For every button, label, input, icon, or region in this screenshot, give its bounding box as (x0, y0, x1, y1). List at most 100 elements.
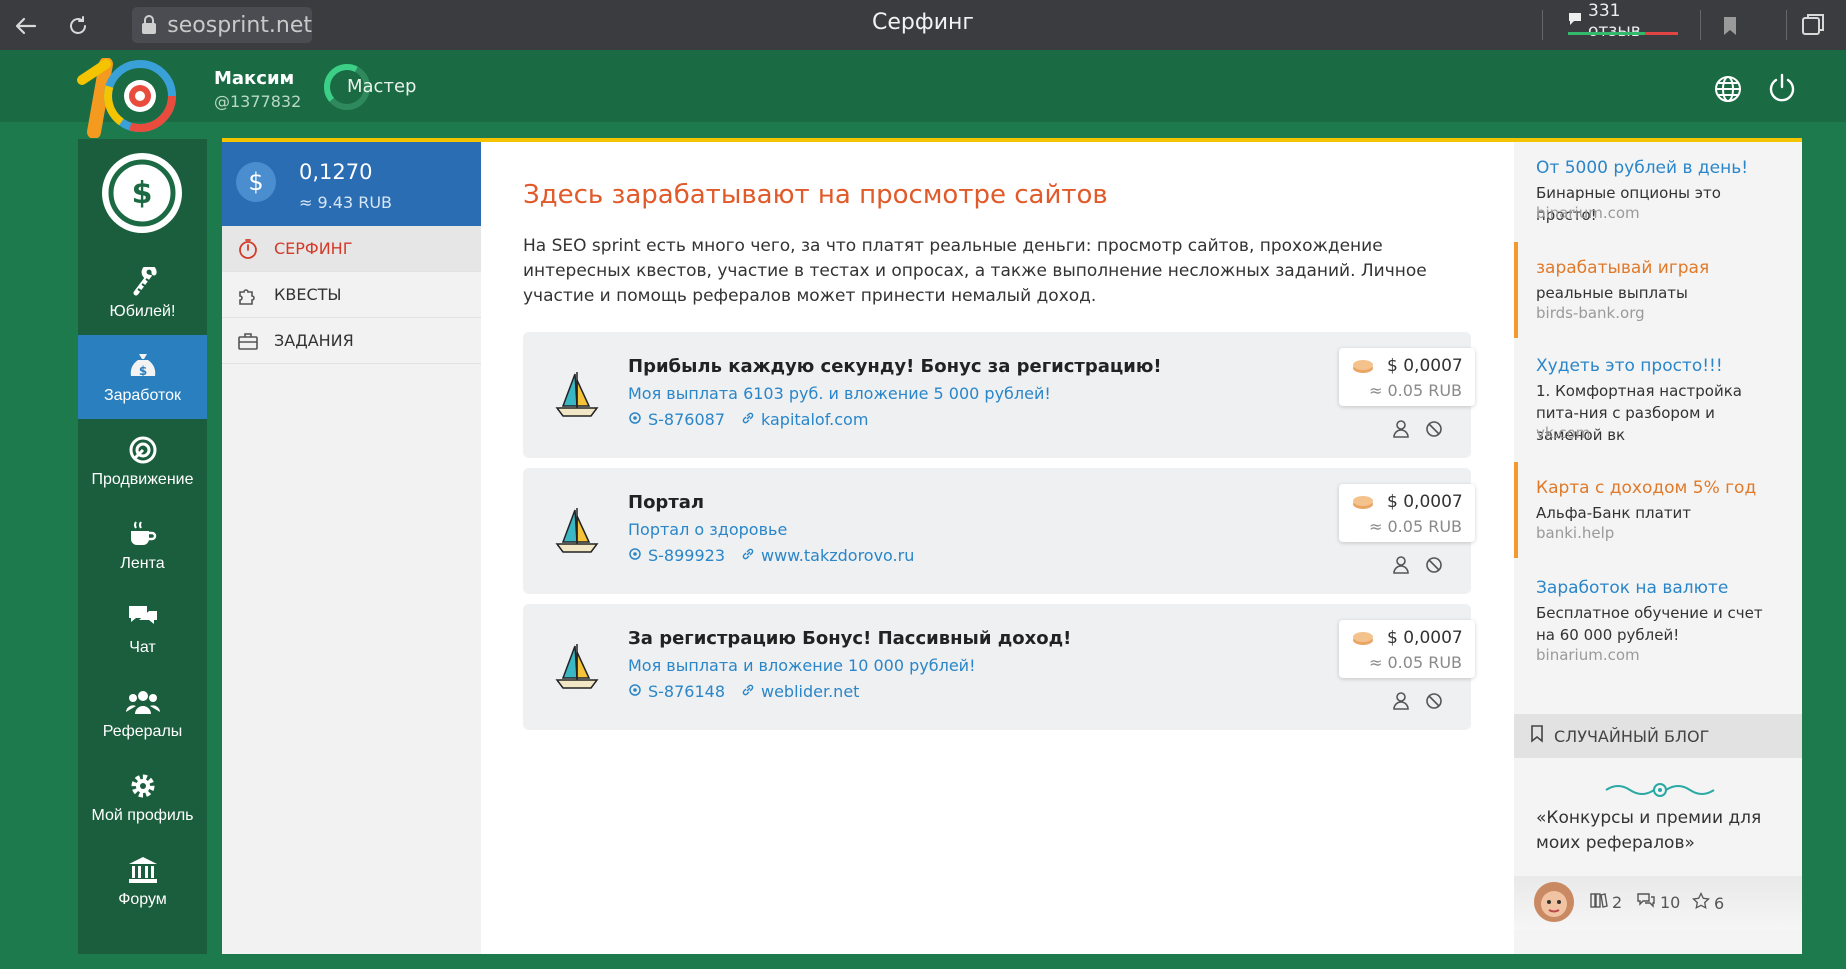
back-arrow-icon[interactable] (10, 10, 42, 42)
task-id: S-876148 (628, 682, 725, 701)
task-link-text[interactable]: kapitalof.com (761, 410, 868, 429)
user-icon[interactable] (1390, 554, 1412, 576)
link-icon (741, 682, 755, 701)
price-rub: ≈ 0.05 RUB (1369, 517, 1463, 536)
ad-block[interactable]: Карта с доходом 5% год Альфа-Банк платит… (1514, 462, 1802, 558)
sailboat-icon (553, 506, 601, 558)
task-title[interactable]: Портал (628, 492, 704, 513)
task-id-text: S-876148 (648, 682, 726, 701)
ad-text: реальные выплаты (1536, 284, 1688, 302)
balance-usd: 0,1270 (299, 160, 373, 184)
surf-task-card[interactable]: Прибыль каждую секунду! Бонус за регистр… (523, 332, 1475, 458)
ad-block[interactable]: Заработок на валюте Бесплатное обучение … (1514, 562, 1802, 664)
task-id-text: S-876087 (648, 410, 726, 429)
price-rub: ≈ 0.05 RUB (1369, 653, 1463, 672)
puzzle-icon (236, 283, 260, 307)
sidebar-item-forum[interactable]: Форум (78, 839, 207, 923)
sidebar-item-profile[interactable]: Мой профиль (78, 755, 207, 839)
blog-title[interactable]: «Конкурсы и премии для моих рефералов» (1536, 806, 1786, 856)
blog-stars-count: 6 (1692, 891, 1725, 914)
bank-building-icon (126, 853, 160, 887)
ad-domain: binarium.com (1536, 204, 1640, 222)
ad-title[interactable]: Карта с доходом 5% год (1536, 478, 1756, 498)
ad-block[interactable]: Худеть это просто!!! 1. Комфортная настр… (1514, 340, 1802, 444)
ad-domain: birds-bank.org (1536, 304, 1645, 322)
sidebar-item-promotion[interactable]: Продвижение (78, 419, 207, 503)
task-title[interactable]: За регистрацию Бонус! Пассивный доход! (628, 628, 1071, 649)
sidebar-item-referrals[interactable]: Рефералы (78, 671, 207, 755)
price-usd: $ 0,0007 (1387, 628, 1463, 648)
link-icon (741, 410, 755, 429)
task-link[interactable]: kapitalof.com (741, 410, 868, 429)
task-description[interactable]: Моя выплата 6103 руб. и вложение 5 000 р… (628, 384, 1051, 403)
sidebar-item-label: Чат (129, 639, 156, 656)
divider (1786, 10, 1787, 40)
sidebar-item-feed[interactable]: Лента (78, 503, 207, 587)
rank-label[interactable]: Мастер (347, 76, 416, 97)
task-title[interactable]: Прибыль каждую секунду! Бонус за регистр… (628, 356, 1162, 377)
site-header: Максим @1377832 Мастер (0, 50, 1846, 139)
task-price: $ 0,0007 ≈ 0.05 RUB (1339, 484, 1475, 542)
task-link[interactable]: www.takzdorovo.ru (741, 546, 914, 565)
target-small-icon (628, 682, 642, 701)
comments-icon (1636, 892, 1656, 912)
subnav-quests[interactable]: КВЕСТЫ (222, 272, 481, 318)
ad-title[interactable]: зарабатывай играя (1536, 258, 1709, 278)
reload-icon[interactable] (62, 10, 94, 42)
subnav-surfing[interactable]: СЕРФИНГ (222, 226, 481, 272)
task-description[interactable]: Моя выплата и вложение 10 000 рублей! (628, 656, 976, 675)
sidebar-item-jubilee[interactable]: Юбилей! (78, 251, 207, 335)
svg-text:$: $ (138, 364, 146, 378)
chat-bubbles-icon (126, 601, 160, 635)
sidebar-item-chat[interactable]: Чат (78, 587, 207, 671)
sidebar-item-earnings[interactable]: $ Заработок (78, 335, 207, 419)
address-bar[interactable]: seosprint.net (132, 7, 312, 43)
sidebar-item-label: Рефералы (102, 723, 183, 740)
sidebar-item-label: Лента (120, 555, 165, 572)
browser-toolbar: seosprint.net Серфинг 331 отзыв (0, 0, 1846, 50)
block-icon[interactable] (1423, 554, 1445, 576)
user-icon[interactable] (1390, 690, 1412, 712)
block-icon[interactable] (1423, 418, 1445, 440)
sidebar-item-label: Заработок (103, 387, 182, 404)
seosprint-badge-icon[interactable]: $ (102, 153, 182, 233)
ornament-icon (1600, 778, 1720, 802)
tabs-icon[interactable] (1797, 10, 1829, 42)
ad-title[interactable]: От 5000 рублей в день! (1536, 158, 1748, 178)
books-icon (1590, 892, 1608, 912)
stars-count-value: 6 (1714, 893, 1725, 913)
ad-block[interactable]: зарабатывай играя реальные выплаты birds… (1514, 242, 1802, 338)
avatar[interactable] (1534, 882, 1574, 922)
ad-title[interactable]: Заработок на валюте (1536, 578, 1728, 598)
bookmark-icon[interactable] (1714, 10, 1746, 42)
power-icon[interactable] (1766, 72, 1798, 104)
user-icon[interactable] (1390, 418, 1412, 440)
task-link-text[interactable]: weblider.net (761, 682, 859, 701)
task-link-text[interactable]: www.takzdorovo.ru (761, 546, 914, 565)
user-name[interactable]: Максим (214, 68, 294, 89)
sidebar-item-label: Мой профиль (91, 807, 194, 824)
globe-icon[interactable] (1713, 74, 1743, 104)
task-description[interactable]: Портал о здоровье (628, 520, 787, 539)
link-icon (741, 546, 755, 565)
svg-text:$: $ (132, 176, 153, 211)
task-link[interactable]: weblider.net (741, 682, 859, 701)
balance-panel[interactable]: $ 0,1270 ≈ 9.43 RUB (222, 142, 481, 226)
task-id: S-876087 (628, 410, 725, 429)
subnav-tasks[interactable]: ЗАДАНИЯ (222, 318, 481, 364)
block-icon[interactable] (1423, 690, 1445, 712)
blog-heading: СЛУЧАЙНЫЙ БЛОГ (1554, 726, 1710, 746)
surf-task-card[interactable]: Портал Портал о здоровье S-899923 www.ta… (523, 468, 1475, 594)
price-usd: $ 0,0007 (1387, 356, 1463, 376)
coffee-cup-icon (126, 517, 160, 551)
sailboat-icon (553, 370, 601, 422)
surf-task-card[interactable]: За регистрацию Бонус! Пассивный доход! М… (523, 604, 1475, 730)
sidebar-item-label: Юбилей! (109, 303, 176, 320)
ad-domain: banki.help (1536, 524, 1615, 542)
anniversary-logo[interactable] (76, 57, 184, 139)
task-id-text: S-899923 (648, 546, 726, 565)
page-headline: Здесь зарабатывают на просмотре сайтов (523, 180, 1108, 210)
ad-block[interactable]: От 5000 рублей в день! Бинарные опционы … (1514, 142, 1802, 238)
ad-title[interactable]: Худеть это просто!!! (1536, 356, 1723, 376)
target-small-icon (628, 546, 642, 565)
